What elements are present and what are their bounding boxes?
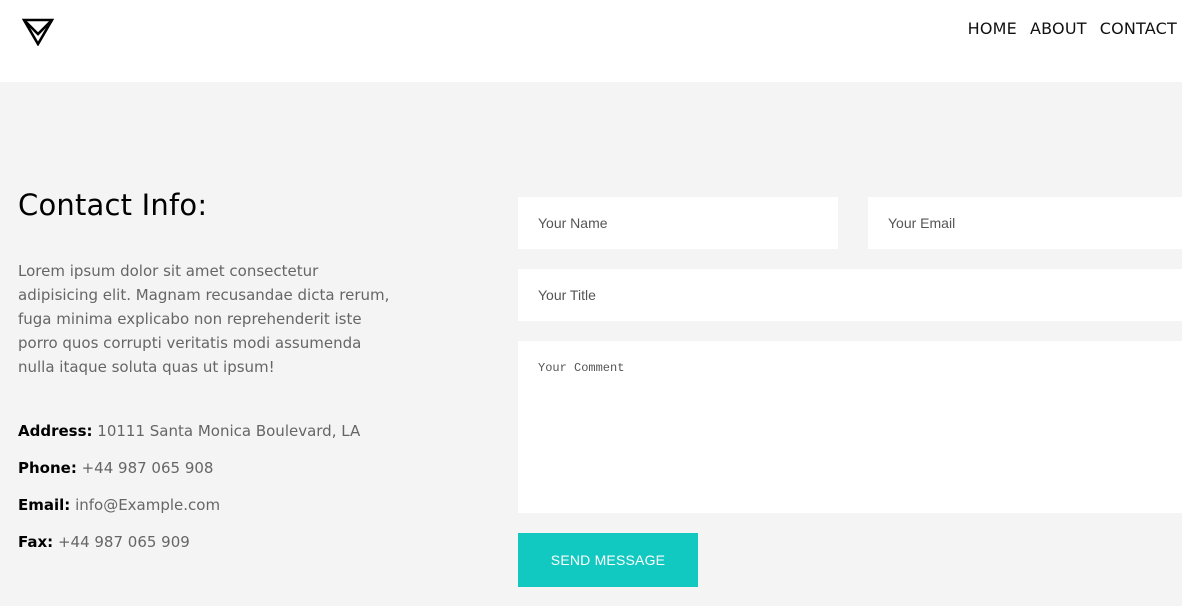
main-nav: HOME ABOUT CONTACT (968, 19, 1177, 39)
email-detail: Email: info@Example.com (18, 495, 220, 515)
phone-value: +44 987 065 908 (81, 459, 214, 477)
email-input[interactable] (868, 197, 1182, 249)
inverted-triangle-logo-icon[interactable] (22, 18, 54, 46)
fax-label: Fax: (18, 533, 54, 551)
phone-label: Phone: (18, 459, 77, 477)
address-value: 10111 Santa Monica Boulevard, LA (97, 422, 361, 440)
email-value: info@Example.com (75, 496, 221, 514)
address-detail: Address: 10111 Santa Monica Boulevard, L… (18, 421, 360, 441)
name-input[interactable] (518, 197, 838, 249)
fax-value: +44 987 065 909 (57, 533, 190, 551)
send-message-button[interactable]: SEND MESSAGE (518, 533, 698, 587)
site-header: HOME ABOUT CONTACT (0, 0, 1182, 82)
phone-detail: Phone: +44 987 065 908 (18, 458, 213, 478)
title-input[interactable] (518, 269, 1182, 321)
comment-textarea[interactable] (518, 341, 1182, 513)
nav-home-link[interactable]: HOME (968, 19, 1017, 39)
nav-about-link[interactable]: ABOUT (1030, 19, 1087, 39)
nav-contact-link[interactable]: CONTACT (1100, 19, 1177, 39)
contact-section: Contact Info: Lorem ipsum dolor sit amet… (0, 82, 1182, 606)
contact-description: Lorem ipsum dolor sit amet consectetur a… (18, 262, 390, 376)
contact-info-title: Contact Info: (18, 188, 208, 222)
fax-detail: Fax: +44 987 065 909 (18, 532, 190, 552)
address-label: Address: (18, 422, 93, 440)
email-label: Email: (18, 496, 71, 514)
